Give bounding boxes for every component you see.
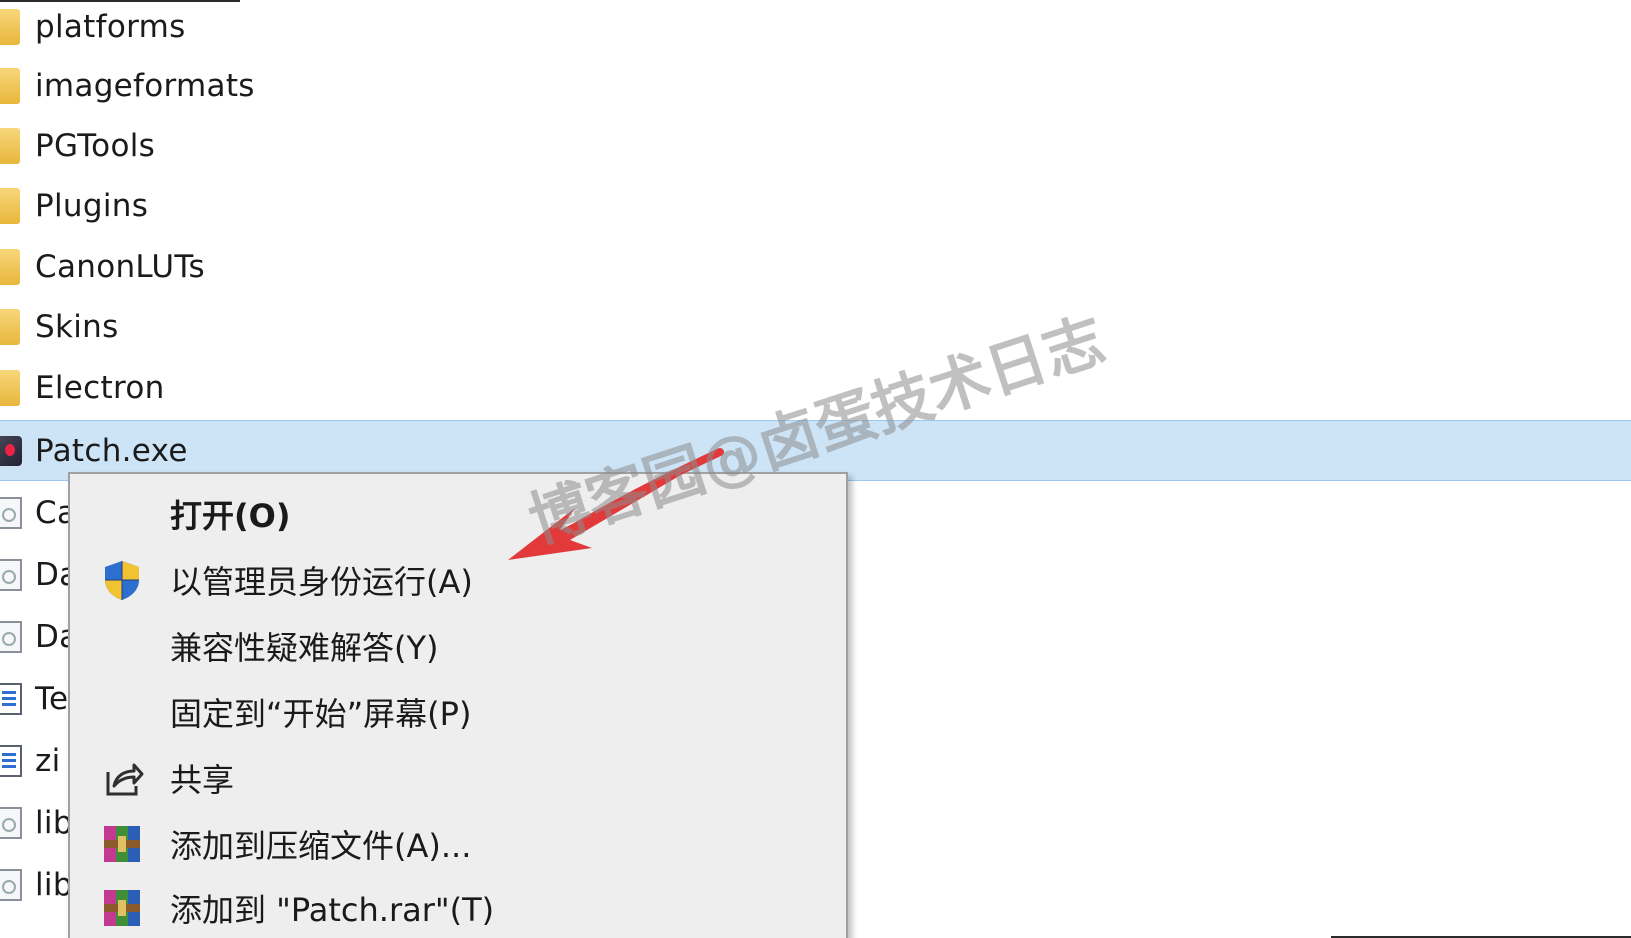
- menu-item-pin-to-start[interactable]: 固定到“开始”屏幕(P): [70, 680, 846, 744]
- menu-item-open[interactable]: 打开(O): [70, 482, 846, 546]
- file-name: imageformats: [35, 67, 255, 104]
- dll-file-icon: [0, 496, 22, 529]
- menu-item-troubleshoot[interactable]: 兼容性疑难解答(Y): [70, 614, 846, 678]
- file-row-plugins[interactable]: Plugins: [0, 175, 1631, 236]
- file-name: zi: [35, 742, 61, 779]
- file-row-electron[interactable]: Electron: [0, 357, 1631, 418]
- menu-item-label: 共享: [170, 761, 235, 799]
- menu-item-label: 添加到压缩文件(A)...: [170, 827, 472, 865]
- menu-item-add-to-archive[interactable]: 添加到压缩文件(A)...: [70, 812, 846, 876]
- dll-file-icon: [0, 558, 22, 591]
- uac-shield-icon: [105, 561, 139, 600]
- folder-icon: [0, 308, 20, 345]
- dll-file-icon: [0, 806, 22, 839]
- winrar-icon: [104, 890, 140, 926]
- file-name: platforms: [35, 8, 186, 45]
- explorer-screenshot: platforms imageformats PGTools Plugins C…: [0, 0, 1631, 938]
- dll-file-icon: [0, 620, 22, 653]
- file-row-platforms[interactable]: platforms: [0, 0, 1631, 57]
- file-name: CanonLUTs: [35, 248, 205, 285]
- menu-item-label: 以管理员身份运行(A): [170, 563, 473, 601]
- folder-icon: [0, 248, 20, 285]
- dll-file-icon: [0, 868, 22, 901]
- winrar-icon: [104, 826, 140, 862]
- menu-item-label: 兼容性疑难解答(Y): [170, 629, 439, 667]
- file-name: PGTools: [35, 127, 156, 164]
- file-name: Te: [35, 680, 69, 717]
- folder-icon: [0, 8, 20, 45]
- menu-item-share[interactable]: 共享: [70, 746, 846, 810]
- menu-item-add-to-patch-rar[interactable]: 添加到 "Patch.rar"(T): [70, 876, 846, 938]
- menu-item-label: 添加到 "Patch.rar"(T): [170, 891, 495, 929]
- text-file-icon: [0, 682, 22, 715]
- file-name: Plugins: [35, 187, 149, 224]
- menu-item-run-as-admin[interactable]: 以管理员身份运行(A): [70, 548, 846, 612]
- file-row-canonluts[interactable]: CanonLUTs: [0, 236, 1631, 297]
- text-file-icon: [0, 744, 22, 777]
- share-icon: [106, 763, 144, 796]
- folder-icon: [0, 187, 20, 224]
- file-row-imageformats[interactable]: imageformats: [0, 55, 1631, 116]
- menu-item-label: 固定到“开始”屏幕(P): [170, 695, 472, 733]
- file-name: Skins: [35, 308, 119, 345]
- folder-icon: [0, 369, 20, 406]
- file-name: Patch.exe: [35, 432, 188, 469]
- file-row-skins[interactable]: Skins: [0, 296, 1631, 357]
- folder-icon: [0, 67, 20, 104]
- context-menu: 打开(O) 以管理员身份运行(A) 兼容性疑难解答(Y) 固定到“开始”屏幕(P…: [68, 472, 848, 938]
- exe-icon: [0, 435, 22, 466]
- folder-icon: [0, 127, 20, 164]
- menu-item-label: 打开(O): [170, 497, 291, 535]
- file-row-pgtools[interactable]: PGTools: [0, 115, 1631, 176]
- file-name: Electron: [35, 369, 165, 406]
